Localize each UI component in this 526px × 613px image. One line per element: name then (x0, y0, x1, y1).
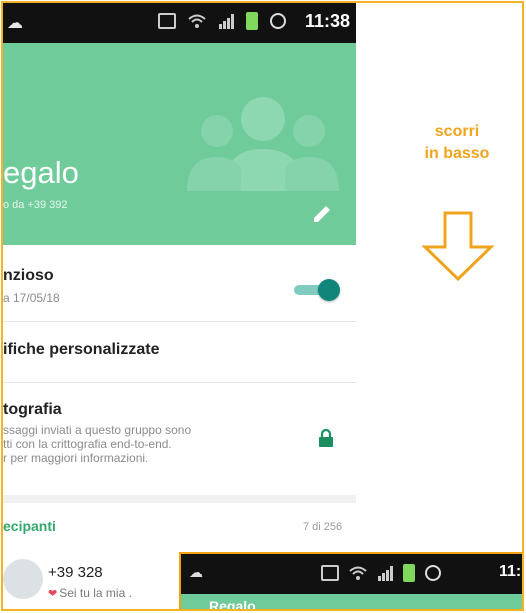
hint-line-2: in basso (424, 145, 490, 162)
custom-notifications-title: ifiche personalizzate (3, 341, 160, 358)
clock-2: 11: (499, 563, 522, 580)
group-header: egalo o da +39 392 (3, 43, 356, 245)
status-bar-2: ☁ 11: (181, 554, 522, 594)
group-avatar-icon (187, 97, 339, 191)
participant-status: ❤ Sei tu la mia . (48, 586, 132, 600)
signal-icon (219, 14, 234, 29)
encryption-line-2: tti con la crittografia end-to-end. (3, 437, 172, 451)
status-icons (158, 12, 286, 30)
cloud-icon: ☁ (7, 15, 23, 32)
alarm-icon (425, 565, 441, 581)
group-name: egalo (3, 155, 79, 190)
mute-title: nzioso (3, 267, 54, 284)
hint-line-1: scorri (434, 123, 480, 140)
card-encryption[interactable]: tografia ssaggi inviati a questo gruppo … (3, 383, 356, 495)
participants-label: ecipanti (3, 518, 56, 534)
battery-icon (403, 564, 415, 582)
battery-icon (246, 12, 258, 30)
group-header-2: Regalo (181, 594, 522, 611)
participant-status-text: Sei tu la mia . (59, 586, 132, 600)
participants-count: 7 di 256 (303, 521, 343, 533)
heart-icon: ❤ (48, 588, 58, 600)
edit-pencil-icon[interactable] (311, 203, 333, 225)
cloud-icon: ☁ (189, 564, 203, 580)
screenshot-icon (158, 13, 176, 29)
card-custom-notifications[interactable]: ifiche personalizzate (3, 322, 356, 382)
screenshot-icon (321, 565, 339, 581)
signal-icon (378, 566, 393, 581)
phone-screenshot-2: ☁ 11: Regalo (179, 552, 522, 611)
mute-subtitle: a 17/05/18 (3, 291, 60, 305)
participant-name[interactable]: +39 328 (48, 564, 103, 581)
clock: 11:38 (304, 11, 350, 31)
status-icons-2 (321, 564, 441, 582)
group-name-2: Regalo (209, 598, 256, 611)
wifi-icon (188, 14, 206, 28)
alarm-icon (270, 13, 286, 29)
mute-toggle[interactable] (294, 279, 340, 301)
down-arrow-icon (421, 211, 495, 281)
scroll-hint: scorri in basso (403, 121, 511, 165)
lock-icon (319, 428, 333, 447)
wifi-icon (349, 566, 367, 580)
group-subtitle: o da +39 392 (3, 199, 68, 211)
avatar[interactable] (3, 559, 43, 599)
encryption-line-3: r per maggiori informazioni. (3, 451, 149, 465)
tutorial-frame: ☁ 11:38 egalo o da +39 392 nzioso a 17/0… (1, 1, 524, 611)
phone-screenshot: ☁ 11:38 egalo o da +39 392 nzioso a 17/0… (3, 3, 356, 609)
encryption-line-1: ssaggi inviati a questo gruppo sono (3, 423, 192, 437)
encryption-title: tografia (3, 401, 62, 418)
toggle-knob (318, 279, 340, 301)
status-bar: ☁ 11:38 (3, 3, 356, 43)
